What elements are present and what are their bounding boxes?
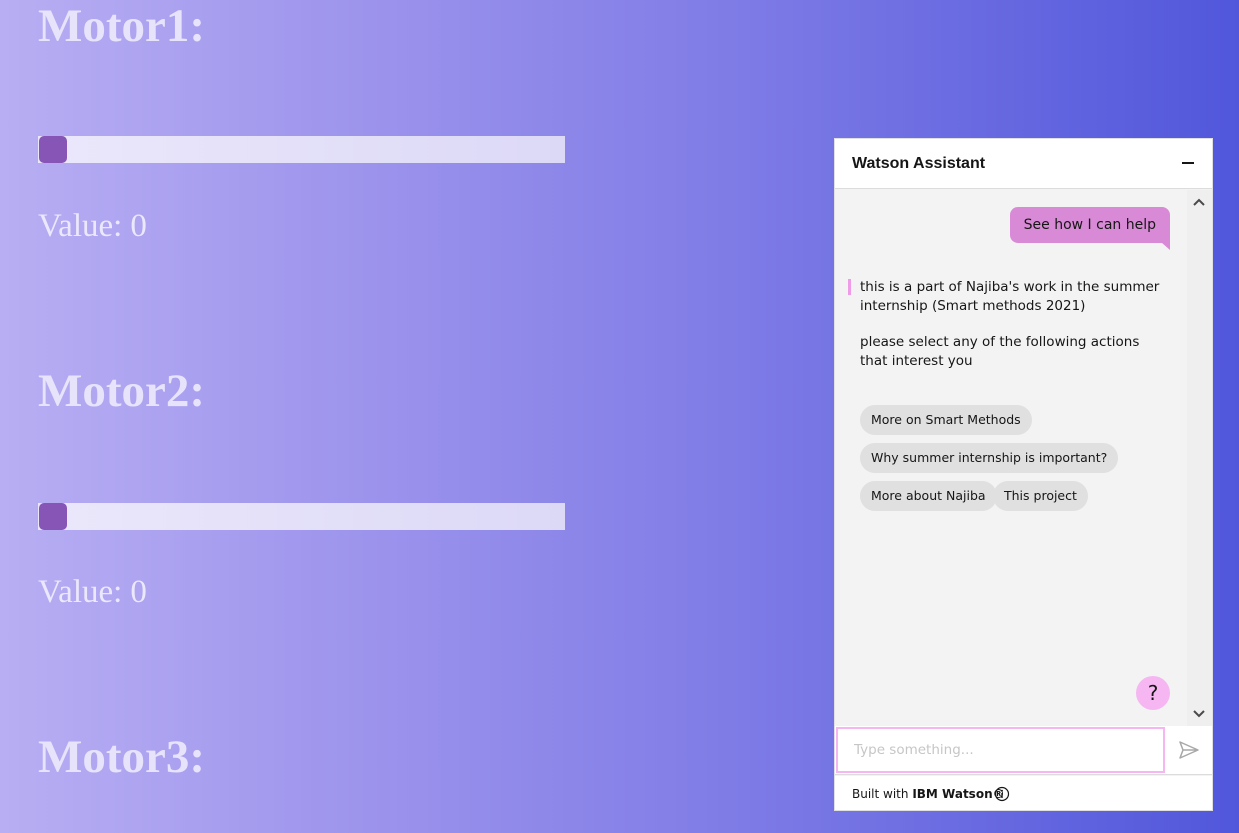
footer-text: Built with IBM Watson® xyxy=(852,787,1005,801)
option-smart-methods[interactable]: More on Smart Methods xyxy=(860,405,1032,435)
footer-brand: IBM Watson® xyxy=(912,787,1005,801)
assistant-header: Watson Assistant xyxy=(835,139,1212,189)
assistant-footer: Built with IBM Watson® xyxy=(835,776,1212,810)
user-message-bubble: See how I can help xyxy=(1009,207,1171,250)
motor2-value-label: Value: xyxy=(38,574,123,610)
motor1-title: Motor1: xyxy=(38,0,206,52)
footer-prefix: Built with xyxy=(852,787,909,801)
motor1-slider[interactable] xyxy=(38,136,565,163)
input-area xyxy=(835,726,1212,775)
minimize-icon[interactable] xyxy=(1182,162,1194,164)
watson-assistant-panel: Watson Assistant See how I can help this… xyxy=(834,138,1213,811)
assistant-title: Watson Assistant xyxy=(852,155,986,172)
message-scrollbar[interactable] xyxy=(1187,190,1212,726)
bot-message-intro: this is a part of Najiba's work in the s… xyxy=(860,279,1160,314)
motor3-title: Motor3: xyxy=(38,731,206,783)
motor1-value-number: 0 xyxy=(130,208,147,244)
bot-message-prompt: please select any of the following actio… xyxy=(860,334,1140,369)
option-this-project[interactable]: This project xyxy=(993,481,1088,511)
motor1-value-label: Value: xyxy=(38,208,123,244)
send-icon[interactable] xyxy=(1178,740,1200,760)
motor2-slider-thumb[interactable] xyxy=(39,503,67,530)
bot-message-indicator xyxy=(848,279,851,295)
motor2-value-number: 0 xyxy=(130,574,147,610)
motor2-title: Motor2: xyxy=(38,365,206,417)
help-icon: ? xyxy=(1147,681,1159,705)
help-button[interactable]: ? xyxy=(1136,676,1170,710)
motor2-value: Value: 0 xyxy=(38,576,147,609)
info-icon[interactable] xyxy=(994,786,1010,802)
message-input[interactable] xyxy=(836,727,1165,773)
message-list: See how I can help this is a part of Naj… xyxy=(835,190,1187,726)
motor1-slider-thumb[interactable] xyxy=(39,136,67,163)
chevron-up-icon[interactable] xyxy=(1193,196,1205,208)
chevron-down-icon[interactable] xyxy=(1193,708,1205,720)
motor1-value: Value: 0 xyxy=(38,210,147,243)
motor2-slider[interactable] xyxy=(38,503,565,530)
option-internship-importance[interactable]: Why summer internship is important? xyxy=(860,443,1119,473)
option-about-najiba[interactable]: More about Najiba xyxy=(860,481,997,511)
